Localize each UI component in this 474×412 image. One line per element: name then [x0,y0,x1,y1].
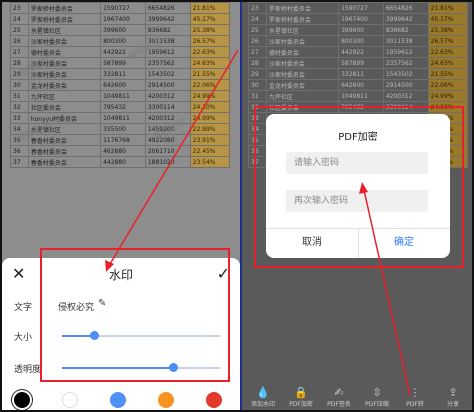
annotation-arrow [359,182,411,397]
pdf-encrypt-screen: 23 罗家桥村委员会 1590727 6654826 21.81% 24 罗家桥村委员会 19… [242,2,472,410]
screenshot-frame: 23 罗家桥村委员会 1590727 6654826 21.81% 24 罗家桥村委员会 19… [0,0,474,412]
watermark-screen: 23 罗家桥村委员会 1590727 6654826 21.81% 24 罗家桥村委员会 19… [2,2,240,410]
annotation-arrow [105,49,239,272]
